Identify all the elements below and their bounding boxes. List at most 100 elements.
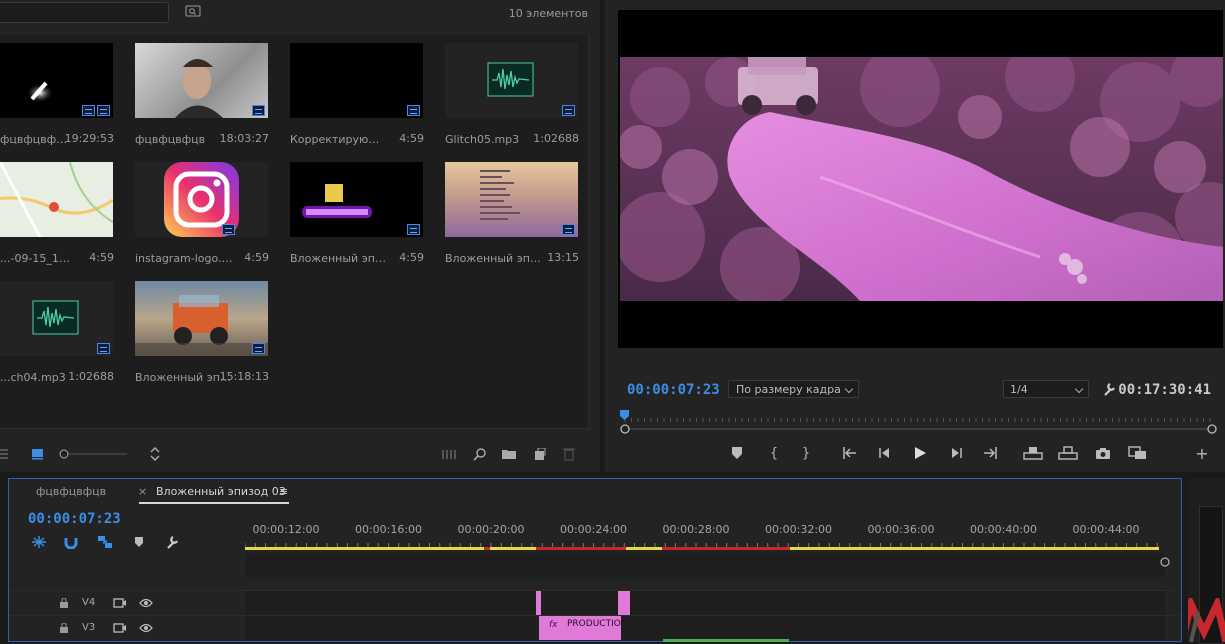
program-duration: 00:17:30:41 <box>1118 382 1211 398</box>
project-panel: 10 элементов фцвфцвфцв.mp4 19:29:53 фцвф… <box>0 0 600 472</box>
program-timecode[interactable]: 00:00:07:23 <box>627 382 720 398</box>
media-name: Вложенный эпизод... <box>290 252 388 265</box>
media-name: ...-09-15_19-57-58... <box>0 252 70 265</box>
media-duration: 4:59 <box>399 251 424 264</box>
media-thumbnail <box>290 43 423 118</box>
timeline-tools <box>27 533 187 551</box>
transport-controls: { } + <box>605 440 1225 468</box>
media-tile[interactable]: фцвфцвфцв.mp4 19:29:53 <box>0 35 122 153</box>
zoom-slider[interactable] <box>59 448 129 460</box>
clip-label: PRODUCTION <box>567 619 628 629</box>
media-tile[interactable]: Вложенный эпизод... 4:59 <box>280 154 432 272</box>
media-tile[interactable]: Корректирующий ... 4:59 <box>280 35 432 153</box>
video-badge-icon <box>82 105 95 116</box>
in-point-handle <box>620 424 630 434</box>
sort-icon[interactable] <box>149 446 163 462</box>
media-tile[interactable]: ...ch04.mp3 1:02688 <box>0 273 122 391</box>
clip[interactable] <box>618 591 630 615</box>
extract-icon[interactable] <box>1058 446 1078 462</box>
media-tile[interactable]: Вложенный эпизод... 13:15 <box>435 154 587 272</box>
clip-edge[interactable] <box>536 591 541 615</box>
media-thumbnail <box>135 162 268 237</box>
sync-lock-icon[interactable] <box>113 597 127 612</box>
icon-view-icon[interactable] <box>31 448 45 460</box>
media-name: фцвфцвфцв.mp4 <box>0 133 70 146</box>
zoom-fit-select[interactable]: По размеру кадра <box>728 380 859 398</box>
media-name: Корректирующий ... <box>290 133 388 146</box>
tab-menu-icon[interactable]: ≡ <box>279 485 288 498</box>
sync-lock-icon[interactable] <box>113 622 127 637</box>
project-search-input[interactable] <box>0 2 169 23</box>
program-monitor: 00:00:07:23 По размеру кадра 1/4 00:17:3… <box>605 0 1225 472</box>
watermark-logo <box>1188 598 1225 642</box>
mark-in-icon[interactable]: { <box>766 446 782 462</box>
track-area: V4 V3 fx PRODUCTION <box>9 553 1181 643</box>
render-bar-segment <box>662 547 790 550</box>
comparison-view-icon[interactable] <box>1128 446 1148 462</box>
lock-icon[interactable] <box>59 597 69 611</box>
find-icon[interactable] <box>473 447 487 461</box>
new-bin-icon[interactable] <box>502 448 516 460</box>
render-bar-segment <box>484 547 490 550</box>
step-back-icon[interactable] <box>877 446 893 462</box>
play-icon[interactable] <box>912 446 928 462</box>
playback-resolution-select[interactable]: 1/4 <box>1003 380 1089 398</box>
media-tile[interactable]: instagram-logo.png 4:59 <box>125 154 277 272</box>
media-tile[interactable]: ...-09-15_19-57-58... 4:59 <box>0 154 122 272</box>
video-preview <box>620 57 1223 301</box>
program-frame <box>618 10 1223 348</box>
lock-icon[interactable] <box>59 622 69 636</box>
media-duration: 4:59 <box>399 132 424 145</box>
wrench-icon[interactable] <box>1102 382 1116 399</box>
out-point-handle <box>1207 424 1217 434</box>
search-bin-icon[interactable] <box>185 5 201 17</box>
linked-selection-icon[interactable] <box>97 535 113 552</box>
wrench-icon[interactable] <box>165 535 179 552</box>
nest-icon[interactable] <box>31 535 47 552</box>
tab-sequence-1[interactable]: фцвфцвфцв <box>36 485 106 498</box>
snap-icon[interactable] <box>64 535 78 552</box>
video-badge-icon <box>222 224 235 235</box>
add-button-icon[interactable]: + <box>1194 446 1210 462</box>
timeline-panel: фцвфцвфцв × Вложенный эпизод 03 ≡ 00:00:… <box>8 478 1182 642</box>
item-count: 10 элементов <box>508 7 588 20</box>
media-duration: 19:29:53 <box>64 132 114 145</box>
media-duration: 13:15 <box>547 251 579 264</box>
new-item-icon[interactable] <box>533 447 547 460</box>
tab-close-icon[interactable]: × <box>138 485 147 498</box>
active-tab-underline <box>139 502 289 504</box>
media-tile[interactable]: фцвфцвфцв 18:03:27 <box>125 35 277 153</box>
mark-out-icon[interactable]: } <box>798 446 814 462</box>
program-scrub-bar[interactable] <box>620 408 1217 438</box>
media-tile[interactable]: Вложенный эпи... 15:18:13 <box>125 273 277 391</box>
media-duration: 18:03:27 <box>219 132 269 145</box>
fx-badge-icon: fx <box>549 620 558 630</box>
list-view-icon[interactable] <box>0 448 14 460</box>
scroll-handle[interactable] <box>1159 556 1171 568</box>
media-thumbnail <box>445 162 578 237</box>
playhead <box>620 410 629 420</box>
chevron-down-icon <box>1074 384 1084 394</box>
tab-sequence-2[interactable]: Вложенный эпизод 03 <box>156 485 286 498</box>
media-name: instagram-logo.png <box>135 252 233 265</box>
track-name: V4 <box>82 597 96 608</box>
track-row: V3 fx PRODUCTION <box>9 615 1181 642</box>
automate-icon[interactable] <box>442 448 456 460</box>
go-to-out-icon[interactable] <box>982 446 998 462</box>
media-duration: 4:59 <box>89 251 114 264</box>
clip[interactable]: fx PRODUCTION <box>539 616 628 640</box>
media-tile[interactable]: Glitch05.mp3 1:02688 <box>435 35 587 153</box>
camera-icon[interactable] <box>1095 446 1111 462</box>
add-marker-icon[interactable] <box>729 446 745 462</box>
image-badge-icon <box>252 105 265 116</box>
timeline-timecode[interactable]: 00:00:07:23 <box>28 511 121 527</box>
step-forward-icon[interactable] <box>948 446 964 462</box>
media-name: ...ch04.mp3 <box>0 371 66 384</box>
lift-icon[interactable] <box>1023 446 1043 462</box>
go-to-in-icon[interactable] <box>842 446 858 462</box>
time-ruler[interactable]: 00:00:12:00 00:00:16:00 00:00:20:00 00:00:2… <box>245 519 1165 551</box>
eye-icon[interactable] <box>139 598 153 611</box>
add-marker-icon[interactable] <box>134 536 144 551</box>
eye-icon[interactable] <box>139 623 153 636</box>
media-thumbnail <box>135 43 268 118</box>
